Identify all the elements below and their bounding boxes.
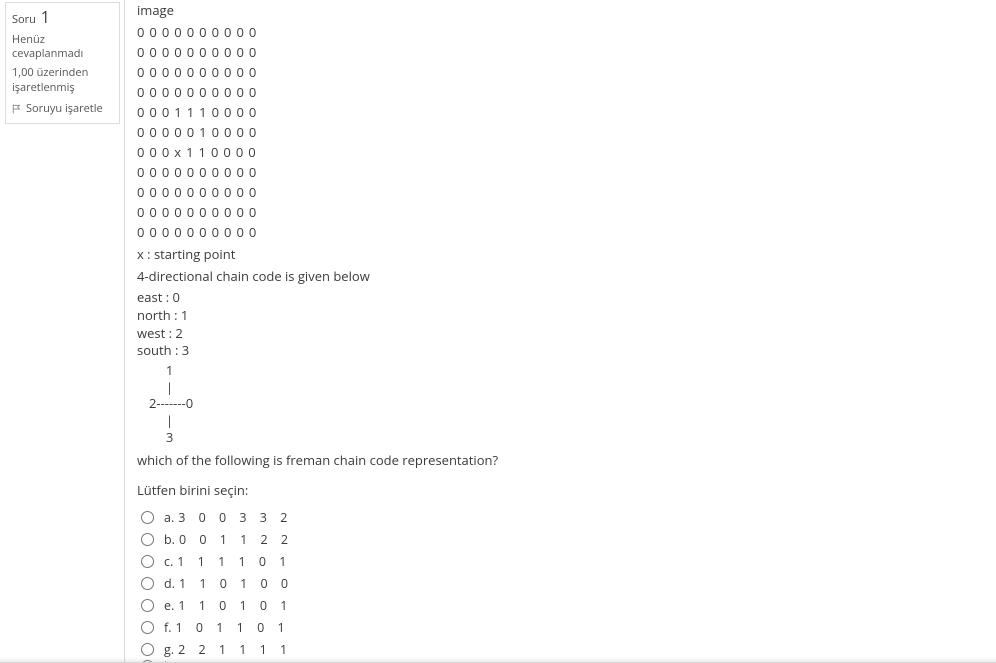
answer-label: b.0 0 1 1 2 2 (164, 530, 288, 549)
matrix-row: 0001110000 (137, 102, 996, 122)
answer-label: a.3 0 0 3 3 2 (164, 508, 287, 527)
answer-options: a.3 0 0 3 3 2 b.0 0 1 1 2 2 c.1 1 1 1 0 … (137, 506, 996, 663)
matrix-row: 000x110000 (137, 142, 996, 162)
flag-icon (12, 104, 22, 114)
matrix-row: 0000000000 (137, 182, 996, 202)
dir-east: east : 0 (137, 289, 996, 307)
flag-question-label: Soruyu işaretle (26, 102, 103, 117)
answer-radio[interactable] (141, 621, 154, 634)
answer-radio[interactable] (141, 599, 154, 612)
matrix-row: 0000000000 (137, 22, 996, 42)
question-number: Soru 1 (12, 7, 113, 29)
matrix-row: 0000000000 (137, 62, 996, 82)
chain-code-intro: 4-directional chain code is given below (137, 266, 996, 286)
answer-option[interactable]: b.0 0 1 1 2 2 (137, 528, 996, 550)
answer-option[interactable]: d.1 1 0 1 0 0 (137, 572, 996, 594)
question-status-unanswered: Henüz cevaplanmadı (12, 33, 113, 63)
answer-label: c.1 1 1 1 0 1 (164, 552, 286, 571)
viewport-bottom-edge (0, 657, 996, 663)
answer-label: e.1 1 0 1 0 1 (164, 596, 287, 615)
answer-radio[interactable] (141, 577, 154, 590)
question-matrix: 0000000000 0000000000 0000000000 0000000… (137, 22, 996, 242)
answer-option[interactable]: a.3 0 0 3 3 2 (137, 506, 996, 528)
answer-option[interactable]: f.1 0 1 1 0 1 (137, 616, 996, 638)
matrix-row: 0000000000 (137, 202, 996, 222)
compass-diagram: 1 | 2-------0 | 3 (149, 362, 996, 446)
flag-question-link[interactable]: Soruyu işaretle (12, 102, 113, 117)
starting-point-note: x : starting point (137, 244, 996, 264)
answer-label: f.1 0 1 1 0 1 (164, 618, 285, 637)
dir-west: west : 2 (137, 325, 996, 343)
matrix-row: 0000000000 (137, 42, 996, 62)
answer-radio[interactable] (141, 533, 154, 546)
answer-radio[interactable] (141, 555, 154, 568)
direction-definitions: east : 0 north : 1 west : 2 south : 3 (137, 289, 996, 359)
answer-radio[interactable] (141, 643, 154, 656)
question-marks: 1,00 üzerinden işaretlenmiş (12, 66, 113, 96)
question-info-box: Soru 1 Henüz cevaplanmadı 1,00 üzerinden… (5, 2, 120, 124)
matrix-row: 0000000000 (137, 162, 996, 182)
question-ask-text: which of the following is freman chain c… (137, 450, 996, 470)
question-info-sidebar: Soru 1 Henüz cevaplanmadı 1,00 üzerinden… (0, 0, 120, 663)
question-content: image 0000000000 0000000000 0000000000 0… (124, 0, 996, 663)
matrix-row: 0000010000 (137, 122, 996, 142)
answer-prompt: Lütfen birini seçin: (137, 480, 996, 500)
answer-radio[interactable] (141, 511, 154, 524)
answer-option[interactable]: c.1 1 1 1 0 1 (137, 550, 996, 572)
matrix-row: 0000000000 (137, 82, 996, 102)
dir-south: south : 3 (137, 342, 996, 360)
answer-label: d.1 1 0 1 0 0 (164, 574, 288, 593)
question-label-text: Soru (12, 12, 36, 27)
matrix-row: 0000000000 (137, 222, 996, 242)
answer-option[interactable]: e.1 1 0 1 0 1 (137, 594, 996, 616)
question-image-label: image (137, 0, 996, 20)
question-number-value: 1 (41, 6, 50, 28)
dir-north: north : 1 (137, 307, 996, 325)
